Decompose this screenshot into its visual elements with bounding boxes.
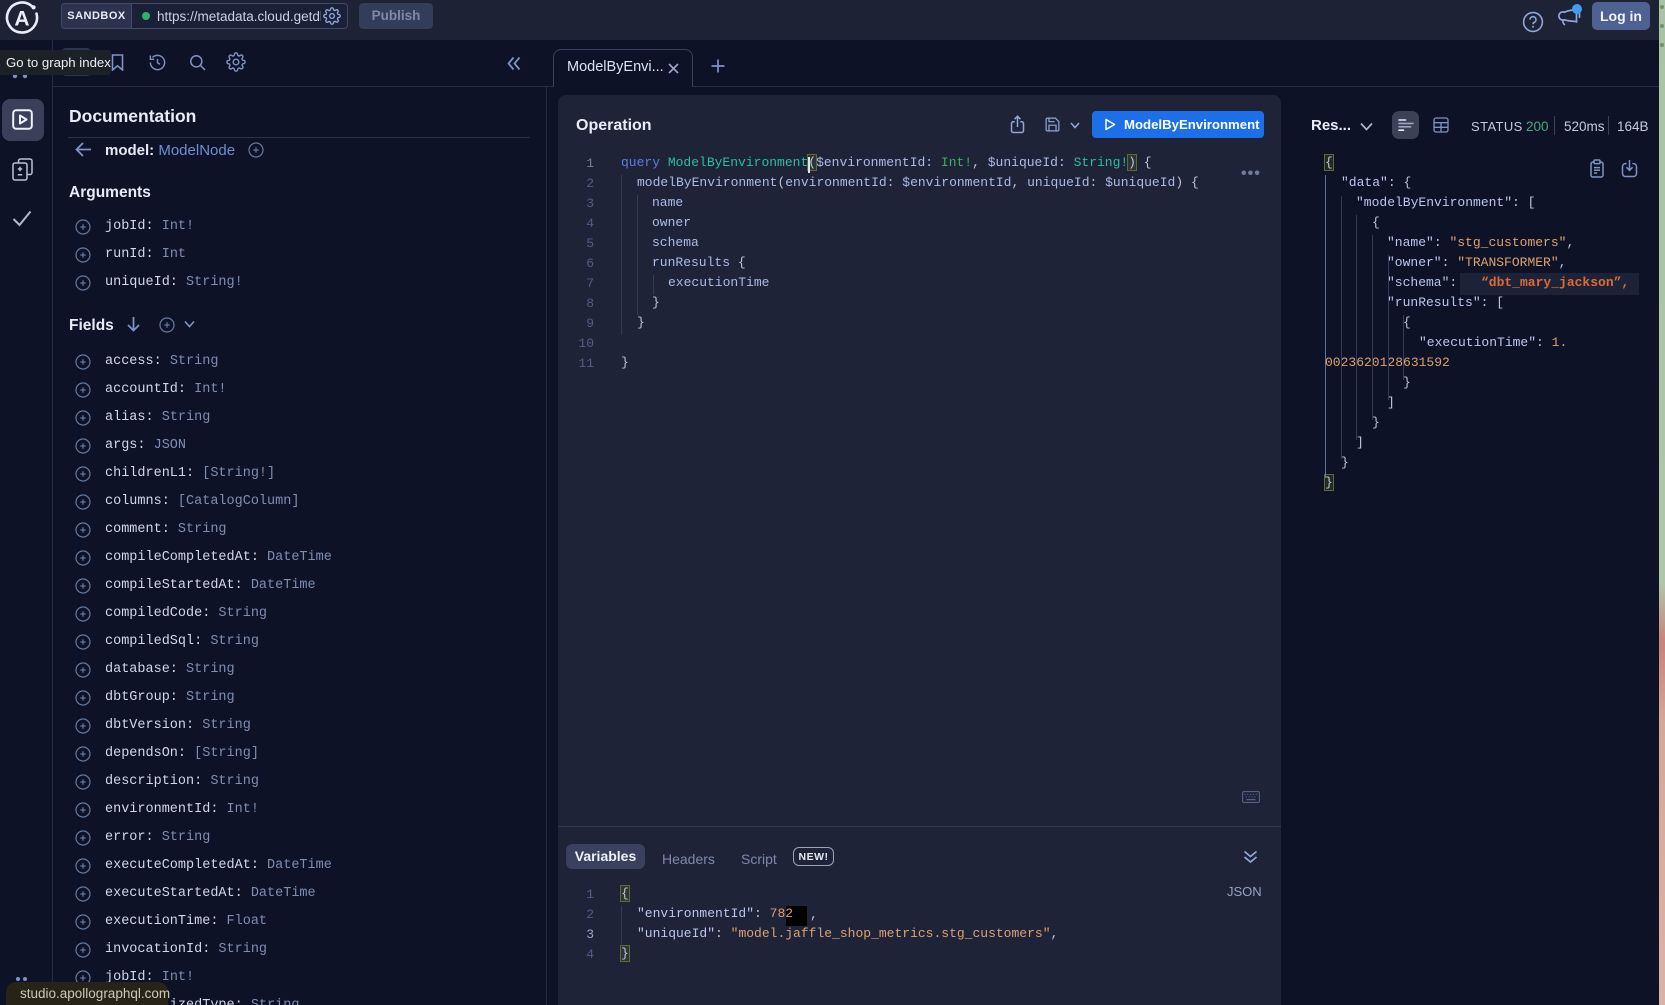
svg-text:A: A — [14, 8, 29, 31]
